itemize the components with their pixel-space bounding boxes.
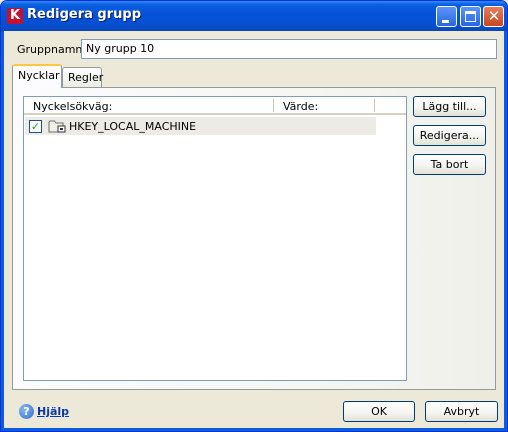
help-icon[interactable]: ? [19, 404, 34, 419]
key-path: HKEY_LOCAL_MACHINE [69, 120, 197, 133]
window-title: Redigera grupp [27, 7, 142, 22]
row-checkbox[interactable]: ✓ [29, 120, 42, 133]
close-button[interactable]: ✕ [483, 6, 504, 27]
cancel-button[interactable]: Avbryt [425, 401, 498, 422]
column-divider[interactable] [374, 99, 375, 112]
tab-label: Nycklar [18, 69, 60, 82]
list-item[interactable]: ✓ HKEY_LOCAL_MACHINE [25, 117, 376, 135]
title-bar[interactable]: K Redigera grupp ✕ [1, 1, 507, 31]
registry-key-list[interactable]: Nyckelsökväg: Värde: ✓ HKEY_LOCAL_MACHIN… [23, 96, 407, 381]
tab-nycklar[interactable]: Nycklar [12, 64, 62, 88]
minimize-icon [442, 20, 449, 23]
list-header: Nyckelsökväg: Värde: [24, 97, 406, 115]
column-header-value[interactable]: Värde: [283, 100, 318, 113]
maximize-button[interactable] [460, 6, 481, 27]
minimize-button[interactable] [436, 6, 457, 27]
add-button[interactable]: Lägg till... [413, 96, 486, 117]
column-divider[interactable] [273, 99, 274, 112]
edit-button[interactable]: Redigera... [413, 125, 486, 146]
remove-button[interactable]: Ta bort [413, 154, 486, 175]
tab-regler[interactable]: Regler [62, 67, 104, 87]
dialog-window: K Redigera grupp ✕ Gruppnamn: Ny grupp 1… [0, 0, 508, 432]
registry-folder-icon [48, 120, 66, 133]
group-name-label: Gruppnamn: [17, 43, 87, 56]
group-name-input[interactable]: Ny grupp 10 [81, 39, 497, 59]
tab-label: Regler [68, 71, 104, 84]
ok-button[interactable]: OK [343, 401, 415, 422]
maximize-icon [465, 11, 476, 22]
app-logo-icon: K [7, 8, 23, 24]
close-icon: ✕ [487, 7, 501, 25]
column-header-key-path[interactable]: Nyckelsökväg: [33, 100, 112, 113]
help-link[interactable]: Hjälp [37, 405, 69, 418]
